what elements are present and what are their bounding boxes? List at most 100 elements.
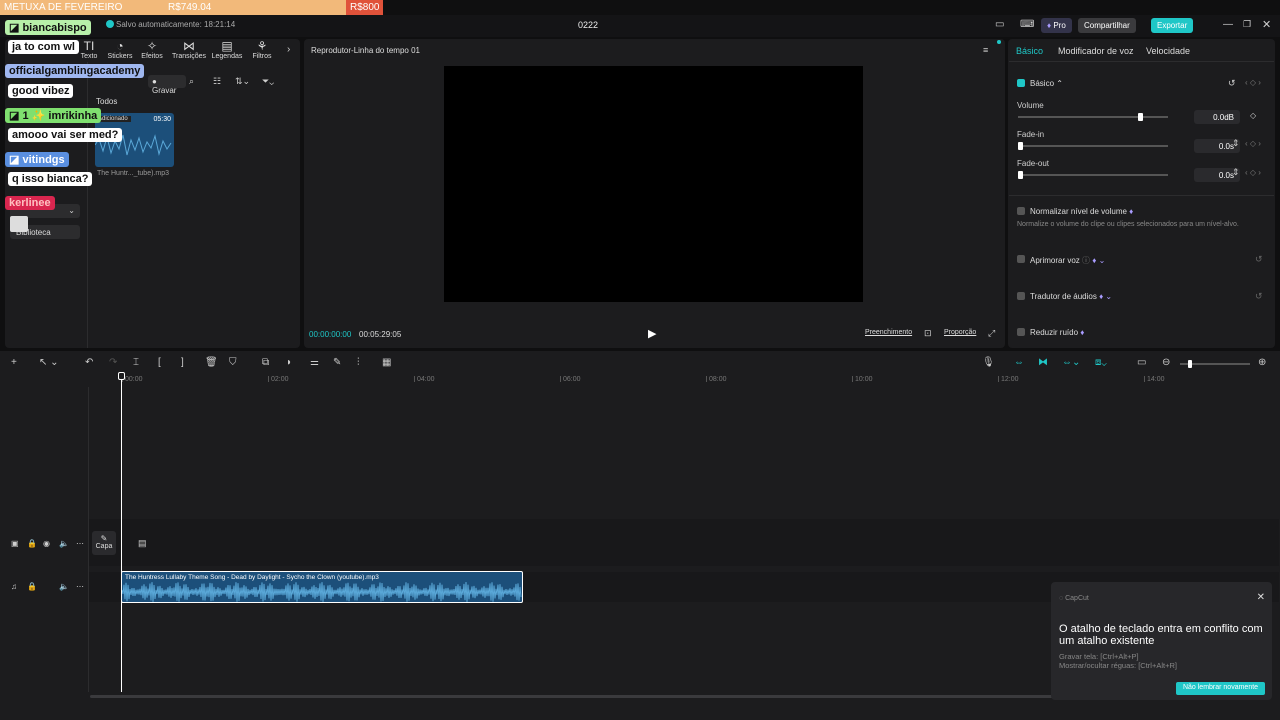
filter-icon: ⚘ — [256, 39, 268, 53]
split-left-icon[interactable]: [ — [158, 357, 161, 368]
audio-track-icon: ♫ — [11, 582, 17, 591]
export-button[interactable]: Exportar — [1151, 18, 1194, 33]
audio-split-icon[interactable]: ⫶ — [357, 357, 360, 368]
microphone-icon[interactable]: 🎙 — [982, 357, 995, 368]
expand-icon[interactable]: ⤢ — [988, 328, 995, 339]
noise-checkbox[interactable] — [1017, 328, 1025, 336]
close-icon[interactable]: ✕ — [1262, 18, 1271, 31]
chevron-right-icon[interactable]: › — [287, 44, 290, 55]
preview-axis-icon[interactable]: ⧈⌄ — [1095, 357, 1107, 368]
fadein-slider-knob[interactable] — [1018, 142, 1023, 150]
keyframe-nav-icon[interactable]: ‹ ◇ › — [1245, 168, 1261, 177]
project-name: 0222 — [578, 20, 599, 30]
minimize-icon[interactable]: — — [1223, 19, 1233, 30]
stepper-icon[interactable]: ⇕ — [1232, 167, 1240, 178]
split-right-icon[interactable]: ] — [181, 357, 184, 368]
reset-icon[interactable]: ↺ — [1255, 291, 1263, 302]
layout-icon[interactable]: ▭ — [995, 19, 1004, 30]
volume-slider-knob[interactable] — [1138, 113, 1143, 121]
redo-icon[interactable]: ↷ — [109, 357, 117, 368]
tool-effects[interactable]: ✧ Efeitos — [135, 40, 169, 61]
reset-icon[interactable]: ↺ — [1228, 78, 1236, 89]
fill-button[interactable]: Preenchimento — [865, 329, 912, 336]
translator-label: Tradutor de áudios ♦ ⌄ — [1030, 292, 1113, 301]
caption-icon[interactable]: ▭ — [1137, 357, 1146, 368]
enhance-checkbox[interactable] — [1017, 255, 1025, 263]
image-icon[interactable]: ▦ — [382, 357, 391, 368]
volume-value[interactable]: 0.0dB — [1194, 110, 1240, 124]
search-icon[interactable]: ⌕ — [189, 76, 194, 87]
crop-icon[interactable]: ⧉ — [262, 357, 269, 368]
playhead[interactable] — [121, 374, 122, 692]
tab-voice-changer[interactable]: Modificador de voz — [1058, 46, 1134, 56]
undo-icon[interactable]: ↶ — [85, 357, 93, 368]
playhead-handle[interactable] — [118, 372, 125, 380]
maximize-icon[interactable]: ❐ — [1243, 19, 1251, 30]
fullscreen-fit-icon[interactable]: ⊡ — [924, 328, 932, 339]
translator-checkbox[interactable] — [1017, 292, 1025, 300]
filter-icon-2[interactable]: ⏷⌄ — [262, 76, 274, 87]
more-icon[interactable]: ⋯ — [76, 582, 84, 591]
zoom-in-icon[interactable]: ⊕ — [1258, 357, 1266, 368]
zoom-out-icon[interactable]: ⊖ — [1162, 357, 1170, 368]
keyframe-nav-icon[interactable]: ‹ ◇ › — [1245, 139, 1261, 148]
tab-basic[interactable]: Básico — [1016, 46, 1043, 56]
keyframe-icon[interactable]: ◇ — [1250, 111, 1256, 120]
timeline-ruler[interactable]: 00:00 02:00 04:00 06:00 08:00 10:00 12:00 14:00 — [0, 372, 1280, 386]
grid-view-icon[interactable]: ☷ — [213, 76, 221, 87]
cover-button[interactable]: ✎ Capa — [92, 531, 116, 555]
fadeout-slider-knob[interactable] — [1018, 171, 1023, 179]
tool-stickers[interactable]: ◔ Stickers — [103, 40, 137, 61]
link-icon[interactable]: ⇔ — [1014, 357, 1024, 368]
magnet-icon[interactable]: ⧓ — [1038, 357, 1048, 368]
share-button[interactable]: Compartilhar — [1078, 18, 1136, 33]
sort-icon[interactable]: ⇅⌄ — [235, 76, 250, 87]
tool-filters[interactable]: ⚘ Filtros — [245, 39, 279, 61]
tab-speed[interactable]: Velocidade — [1146, 46, 1190, 56]
shield-icon[interactable]: ⛉ — [229, 357, 237, 368]
more-icon[interactable]: ⋯ — [76, 539, 84, 548]
adjust-icon[interactable]: ⚌ — [310, 357, 319, 368]
select-tool-icon[interactable]: ↖ ⌄ — [39, 357, 59, 368]
record-button[interactable]: ● Gravar — [148, 75, 186, 95]
video-preview[interactable] — [444, 66, 863, 302]
stepper-icon[interactable]: ⇕ — [1232, 138, 1240, 149]
speaker-icon[interactable]: 🔈 — [59, 582, 69, 591]
audio-clip[interactable]: The Huntress Lullaby Theme Song - Dead b… — [121, 571, 523, 603]
pro-button[interactable]: ♦ Pro — [1041, 18, 1072, 33]
close-icon[interactable]: ✕ — [1257, 592, 1265, 603]
lock-icon[interactable]: 🔒 — [27, 539, 37, 548]
dont-remind-button[interactable]: Não lembrar novamente — [1176, 682, 1265, 695]
split-icon[interactable]: ⌶ — [133, 357, 139, 368]
tool-transitions[interactable]: ⋈ Transições — [172, 40, 206, 61]
tool-captions[interactable]: ▤ Legendas — [210, 40, 244, 61]
fadeout-slider[interactable] — [1018, 171, 1168, 179]
shortcut-icon[interactable]: ⌨ — [1020, 19, 1034, 30]
basic-checkbox[interactable] — [1017, 79, 1025, 87]
fadein-slider[interactable] — [1018, 142, 1168, 150]
ruler-tick — [998, 376, 999, 382]
lock-icon[interactable]: 🔒 — [27, 582, 37, 591]
snap-icon[interactable]: ⇔⌄ — [1062, 357, 1080, 368]
reset-icon[interactable]: ↺ — [1255, 254, 1263, 265]
zoom-slider-knob[interactable] — [1188, 360, 1192, 368]
export-label: Exportar — [1157, 21, 1188, 30]
goal-title: METUXA DE FEVEREIRO — [4, 2, 123, 13]
play-icon[interactable]: ▶ — [648, 327, 656, 340]
volume-slider[interactable] — [1018, 113, 1168, 121]
ratio-button[interactable]: Proporção — [944, 329, 976, 336]
add-track-icon[interactable]: + — [11, 357, 17, 368]
normalize-description: Normalize o volume do clipe ou clipes se… — [1017, 221, 1239, 228]
volume-label: Volume — [1017, 101, 1044, 110]
normalize-checkbox[interactable] — [1017, 207, 1025, 215]
magic-icon[interactable]: ✎ — [333, 357, 341, 368]
mask-icon[interactable]: ◗ — [286, 357, 292, 368]
eye-icon[interactable]: ◉ — [43, 539, 50, 548]
current-time: 00:00:00:00 — [309, 330, 352, 339]
speaker-icon[interactable]: 🔈 — [59, 539, 69, 548]
menu-icon[interactable]: ≡ — [983, 45, 988, 55]
keyframe-nav-icon[interactable]: ‹ ◇ › — [1245, 78, 1261, 87]
delete-icon[interactable]: 🗑 — [205, 357, 218, 368]
zoom-slider[interactable] — [1180, 360, 1250, 368]
horizontal-scrollbar[interactable] — [90, 695, 1150, 698]
